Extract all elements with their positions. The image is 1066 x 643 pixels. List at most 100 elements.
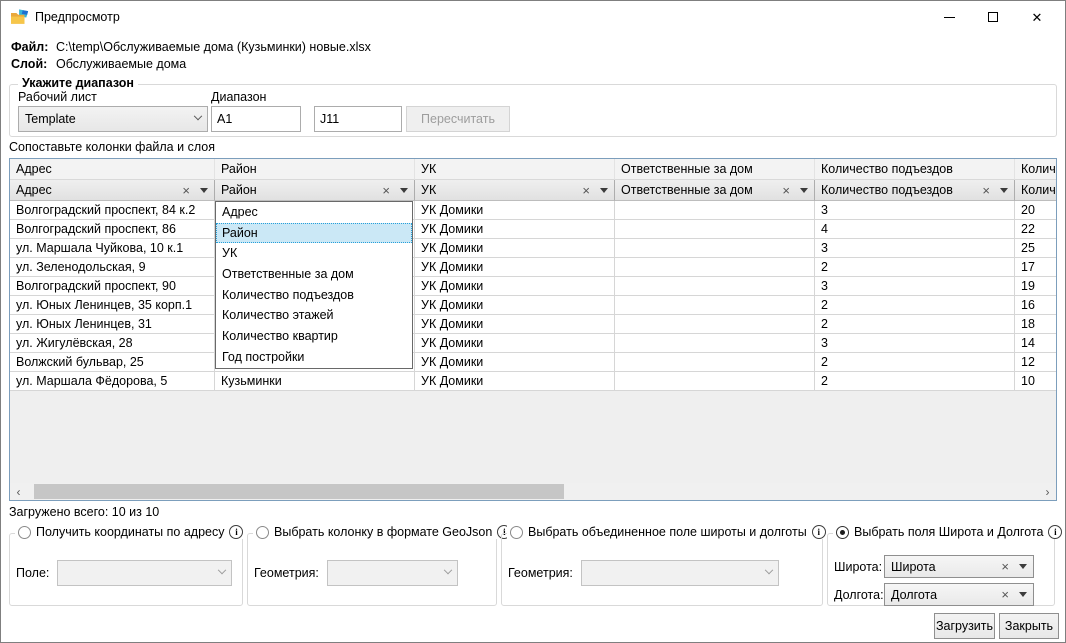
range-start-input[interactable] <box>211 106 301 132</box>
range-end-input[interactable] <box>314 106 402 132</box>
info-icon[interactable]: i <box>229 525 243 539</box>
lat-lon-label: Выбрать поля Широта и Долгота <box>854 525 1043 539</box>
geometry-label: Геометрия: <box>254 566 319 580</box>
clear-icon[interactable]: × <box>1001 588 1009 601</box>
geo-group-combined: Выбрать объединенное поле широты и долго… <box>501 533 823 606</box>
dropdown-arrow-icon[interactable] <box>200 188 208 193</box>
table-cell: УК Домики <box>415 258 615 277</box>
horizontal-scrollbar[interactable]: ‹ › <box>10 483 1056 500</box>
combined-label: Выбрать объединенное поле широты и долго… <box>528 525 807 539</box>
status-text: Загружено всего: 10 из 10 <box>9 505 159 519</box>
dropdown-item[interactable]: Количество подъездов <box>216 285 412 306</box>
dropdown-item[interactable]: УК <box>216 243 412 264</box>
app-icon <box>11 9 29 25</box>
table-cell: Волгоградский проспект, 90 <box>10 277 215 296</box>
range-groupbox: Укажите диапазон Рабочий лист Template Д… <box>9 84 1057 137</box>
table-cell <box>615 296 815 315</box>
radio-combined[interactable] <box>510 526 523 539</box>
geo-group-lat-lon: Выбрать поля Широта и Долгота i Широта: … <box>827 533 1055 606</box>
geometry-combobox[interactable] <box>581 560 779 586</box>
column-header: Количество подъездов <box>815 159 1015 180</box>
chevron-down-icon <box>765 566 773 574</box>
table-cell: 17 <box>1015 258 1057 277</box>
dropdown-item[interactable]: Ответственные за дом <box>216 264 412 285</box>
load-button[interactable]: Загрузить <box>934 613 995 639</box>
scroll-right-icon[interactable]: › <box>1039 483 1056 500</box>
table-cell: УК Домики <box>415 201 615 220</box>
info-icon[interactable]: i <box>812 525 826 539</box>
dropdown-arrow-icon[interactable] <box>800 188 808 193</box>
field-combobox[interactable] <box>57 560 232 586</box>
radio-lat-lon[interactable] <box>836 526 849 539</box>
dropdown-arrow-icon[interactable] <box>600 188 608 193</box>
table-cell <box>615 201 815 220</box>
column-selector[interactable]: УК × <box>415 180 615 201</box>
file-info: Файл: C:\temp\Обслуживаемые дома (Кузьми… <box>11 38 371 72</box>
geo-group-geojson: Выбрать колонку в формате GeoJson i Геом… <box>247 533 497 606</box>
layer-label: Слой: <box>11 57 56 71</box>
clear-icon[interactable]: × <box>1001 560 1009 573</box>
longitude-combobox[interactable]: Долгота × <box>884 583 1034 606</box>
table-cell: ул. Маршала Фёдорова, 5 <box>10 372 215 391</box>
clear-icon[interactable]: × <box>182 184 190 197</box>
column-selector-value: УК <box>421 183 436 197</box>
column-selector[interactable]: Адрес× <box>10 180 215 201</box>
table-cell: 12 <box>1015 353 1057 372</box>
dropdown-arrow-icon[interactable] <box>1019 592 1027 597</box>
table-cell: 3 <box>815 334 1015 353</box>
dropdown-arrow-icon[interactable] <box>1019 564 1027 569</box>
file-label: Файл: <box>11 40 56 54</box>
column-selector-value: Количество подъездов <box>821 183 953 197</box>
table-cell: 20 <box>1015 201 1057 220</box>
scroll-left-icon[interactable]: ‹ <box>10 483 27 500</box>
table-cell <box>615 258 815 277</box>
minimize-button[interactable] <box>927 1 971 33</box>
column-header: Количес <box>1015 159 1057 180</box>
table-cell: УК Домики <box>415 239 615 258</box>
mapping-section-title: Сопоставьте колонки файла и слоя <box>9 140 215 154</box>
maximize-button[interactable] <box>971 1 1015 33</box>
longitude-label: Долгота: <box>834 588 884 602</box>
table-cell: ул. Зеленодольская, 9 <box>10 258 215 277</box>
clear-icon[interactable]: × <box>982 184 990 197</box>
table-cell: УК Домики <box>415 296 615 315</box>
close-button[interactable]: ✕ <box>1015 1 1059 33</box>
table-cell: УК Домики <box>415 220 615 239</box>
maximize-icon <box>988 12 998 22</box>
clear-icon[interactable]: × <box>582 184 590 197</box>
column-selector[interactable]: Количество подъездов × <box>815 180 1015 201</box>
column-selector[interactable]: Количе <box>1015 180 1057 201</box>
field-label: Поле: <box>16 566 49 580</box>
dropdown-item[interactable]: Количество этажей <box>216 305 412 326</box>
scrollbar-thumb[interactable] <box>34 484 564 499</box>
column-selector[interactable]: Район× <box>215 180 415 201</box>
dropdown-item[interactable]: Район <box>216 223 412 244</box>
latitude-combobox[interactable]: Широта × <box>884 555 1034 578</box>
column-selector-value: Количе <box>1021 183 1057 197</box>
table-cell: 22 <box>1015 220 1057 239</box>
geojson-label: Выбрать колонку в формате GeoJson <box>274 525 492 539</box>
table-cell: 25 <box>1015 239 1057 258</box>
worksheet-combobox[interactable]: Template <box>18 106 208 132</box>
info-icon[interactable]: i <box>1048 525 1062 539</box>
radio-geojson[interactable] <box>256 526 269 539</box>
table-cell: 2 <box>815 258 1015 277</box>
dropdown-item[interactable]: Адрес <box>216 202 412 223</box>
dropdown-item[interactable]: Количество квартир <box>216 326 412 347</box>
geometry-combobox[interactable] <box>327 560 458 586</box>
table-cell <box>615 277 815 296</box>
column-selector[interactable]: Ответственные за дом× <box>615 180 815 201</box>
radio-by-address[interactable] <box>18 526 31 539</box>
table-cell <box>615 372 815 391</box>
recalculate-button[interactable]: Пересчитать <box>406 106 510 132</box>
minimize-icon <box>944 17 955 18</box>
clear-icon[interactable]: × <box>382 184 390 197</box>
close-dialog-button[interactable]: Закрыть <box>999 613 1059 639</box>
table-cell: Волжский бульвар, 25 <box>10 353 215 372</box>
dropdown-item[interactable]: Год постройки <box>216 347 412 368</box>
dropdown-arrow-icon[interactable] <box>1000 188 1008 193</box>
table-cell: 2 <box>815 315 1015 334</box>
clear-icon[interactable]: × <box>782 184 790 197</box>
dropdown-arrow-icon[interactable] <box>400 188 408 193</box>
table-cell: УК Домики <box>415 315 615 334</box>
